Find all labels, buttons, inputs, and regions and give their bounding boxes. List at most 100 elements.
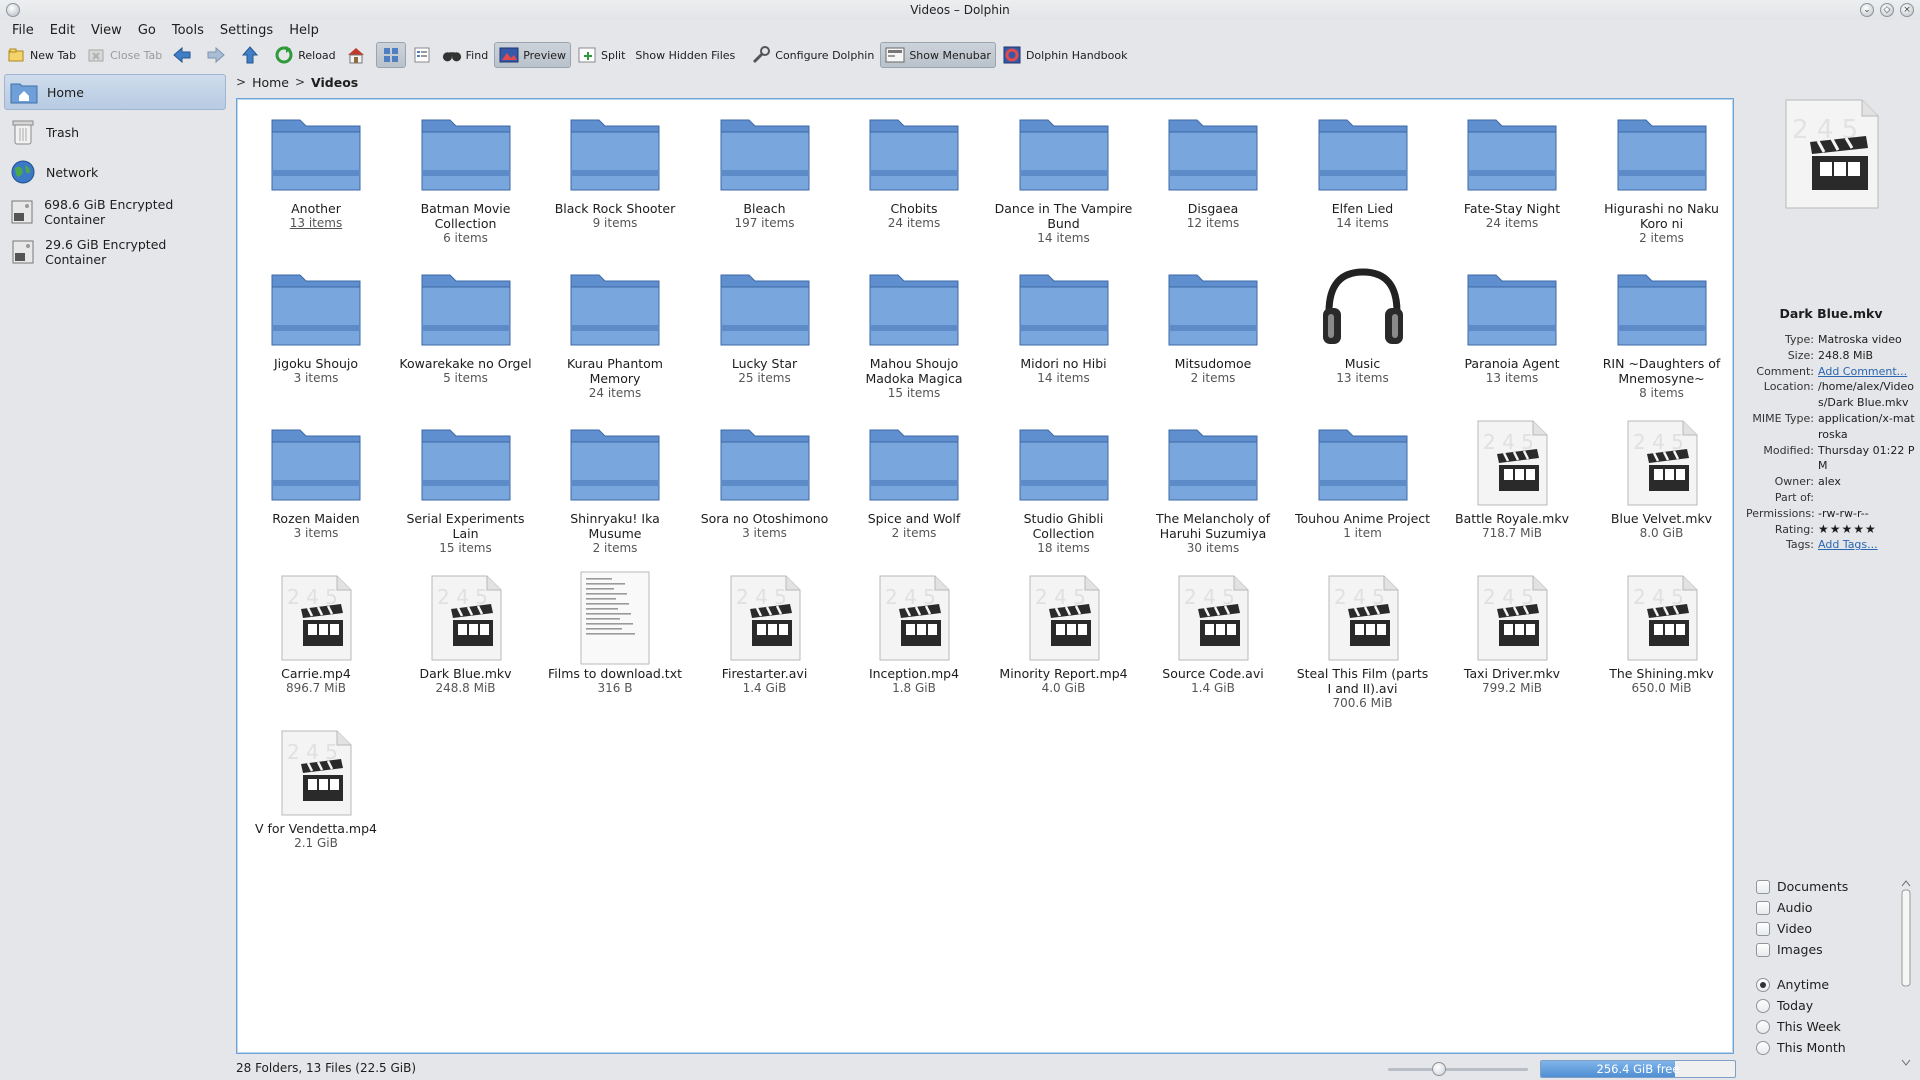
radio-button[interactable] (1756, 977, 1770, 992)
filter-anytime[interactable]: Anytime (1746, 974, 1920, 995)
filter-video[interactable]: Video (1746, 918, 1920, 939)
file-item[interactable]: Midori no Hibi 14 items (989, 260, 1139, 386)
breadcrumb-current[interactable]: Videos (311, 75, 358, 90)
breadcrumb-home[interactable]: Home (252, 75, 289, 90)
configure-dolphin-button[interactable]: Configure Dolphin (747, 42, 878, 68)
filter-this-week[interactable]: This Week (1746, 1016, 1920, 1037)
file-item[interactable]: Bleach 197 items (690, 105, 840, 231)
menu-file[interactable]: File (4, 23, 42, 38)
radio-button[interactable] (1756, 1019, 1770, 1034)
place-encrypted-container-698[interactable]: 698.6 GiB Encrypted Container (4, 194, 226, 230)
forward-button[interactable] (202, 42, 234, 68)
file-item[interactable]: Kowarekake no Orgel 5 items (391, 260, 541, 386)
file-item[interactable]: Black Rock Shooter 9 items (540, 105, 690, 231)
menu-tools[interactable]: Tools (164, 23, 212, 38)
close-icon[interactable]: × (1900, 3, 1914, 17)
reload-button[interactable]: Reload (270, 42, 339, 68)
split-button[interactable]: Split (573, 42, 629, 68)
file-item[interactable]: Dance in The Vampire Bund 14 items (989, 105, 1139, 246)
file-item[interactable]: Higurashi no Naku Koro ni 2 items (1587, 105, 1737, 246)
file-item[interactable]: Mahou Shoujo Madoka Magica 15 items (839, 260, 989, 401)
file-item[interactable]: 2 4 5 Steal This Film (parts I and II).av… (1288, 570, 1438, 711)
menu-go[interactable]: Go (130, 23, 164, 38)
up-button[interactable] (236, 42, 268, 68)
file-item[interactable]: Shinryaku! Ika Musume 2 items (540, 415, 690, 556)
find-button[interactable]: Find (438, 42, 493, 68)
filter-documents[interactable]: Documents (1746, 876, 1920, 897)
rating-stars[interactable]: ★★★★★ (1818, 522, 1918, 538)
zoom-slider-handle[interactable] (1432, 1062, 1446, 1076)
file-item[interactable]: 2 4 5 Battle Royale.mkv 718.7 MiB (1437, 415, 1587, 541)
file-item[interactable]: Jigoku Shoujo 3 items (241, 260, 391, 386)
file-item[interactable]: 2 4 5 The Shining.mkv 650.0 MiB (1587, 570, 1737, 696)
filter-this-month[interactable]: This Month (1746, 1037, 1920, 1058)
menu-help[interactable]: Help (281, 23, 327, 38)
dolphin-handbook-button[interactable]: Dolphin Handbook (998, 42, 1132, 68)
file-item[interactable]: 2 4 5 Carrie.mp4 896.7 MiB (241, 570, 391, 696)
file-item[interactable]: Fate-Stay Night 24 items (1437, 105, 1587, 231)
checkbox[interactable] (1756, 942, 1770, 957)
file-item[interactable]: 2 4 5 Taxi Driver.mkv 799.2 MiB (1437, 570, 1587, 696)
file-item[interactable]: 2 4 5 Dark Blue.mkv 248.8 MiB (391, 570, 541, 696)
file-item[interactable]: Batman Movie Collection 6 items (391, 105, 541, 246)
checkbox[interactable] (1756, 921, 1770, 936)
filter-images[interactable]: Images (1746, 939, 1920, 960)
metadata-link[interactable]: Add Comment... (1818, 364, 1918, 380)
file-item[interactable]: Lucky Star 25 items (690, 260, 840, 386)
icons-view-button[interactable] (375, 42, 406, 68)
radio-button[interactable] (1756, 998, 1770, 1013)
file-item[interactable]: Sora no Otoshimono 3 items (690, 415, 840, 541)
menu-settings[interactable]: Settings (212, 23, 281, 38)
file-item[interactable]: 2 4 5 Firestarter.avi 1.4 GiB (690, 570, 840, 696)
file-item[interactable]: The Melancholy of Haruhi Suzumiya 30 item… (1138, 415, 1288, 556)
file-item[interactable]: 2 4 5 Blue Velvet.mkv 8.0 GiB (1587, 415, 1737, 541)
file-item[interactable]: Films to download.txt 316 B (540, 570, 690, 696)
file-item[interactable]: Music 13 items (1288, 260, 1438, 386)
file-item[interactable]: Disgaea 12 items (1138, 105, 1288, 231)
breadcrumb-root-arrow[interactable]: > (236, 75, 246, 89)
menu-edit[interactable]: Edit (42, 23, 83, 38)
show-menubar-button[interactable]: Show Menubar (880, 42, 996, 68)
minimize-icon[interactable]: ⌄ (1860, 3, 1874, 17)
checkbox[interactable] (1756, 879, 1770, 894)
file-item[interactable]: Spice and Wolf 2 items (839, 415, 989, 541)
filter-today[interactable]: Today (1746, 995, 1920, 1016)
close-tab-button[interactable]: Close Tab (82, 42, 166, 68)
zoom-slider-track[interactable] (1388, 1068, 1528, 1071)
file-item[interactable]: Serial Experiments Lain 15 items (391, 415, 541, 556)
file-item[interactable]: Studio Ghibli Collection 18 items (989, 415, 1139, 556)
place-home[interactable]: Home (4, 74, 226, 110)
place-network[interactable]: Network (4, 154, 226, 190)
file-item[interactable]: Touhou Anime Project 1 item (1288, 415, 1438, 541)
file-item[interactable]: 2 4 5 Minority Report.mp4 4.0 GiB (989, 570, 1139, 696)
preview-button[interactable]: Preview (494, 42, 572, 68)
home-button[interactable] (342, 42, 374, 68)
place-trash[interactable]: Trash (4, 114, 226, 150)
show-hidden-files-button[interactable]: Show Hidden Files (631, 42, 739, 68)
breadcrumb-separator[interactable]: > (295, 75, 305, 89)
place-encrypted-container-29[interactable]: 29.6 GiB Encrypted Container (4, 234, 226, 270)
filter-audio[interactable]: Audio (1746, 897, 1920, 918)
file-item[interactable]: Paranoia Agent 13 items (1437, 260, 1587, 386)
details-view-button[interactable] (408, 42, 436, 68)
window-menu-icon[interactable] (6, 3, 20, 17)
metadata-link[interactable]: Add Tags... (1818, 537, 1918, 553)
file-view[interactable]: Another 13 items Batman Movie Collection 6 … (236, 98, 1734, 1054)
file-item[interactable]: Rozen Maiden 3 items (241, 415, 391, 541)
back-button[interactable] (168, 42, 200, 68)
menu-view[interactable]: View (83, 23, 130, 38)
new-tab-button[interactable]: New Tab (2, 42, 80, 68)
file-item[interactable]: 2 4 5V for Vendetta.mp4 2.1 GiB (241, 725, 391, 851)
file-item[interactable]: Chobits 24 items (839, 105, 989, 231)
file-item[interactable]: Mitsudomoe 2 items (1138, 260, 1288, 386)
file-item[interactable]: 2 4 5 Inception.mp4 1.8 GiB (839, 570, 989, 696)
filter-scrollbar[interactable] (1900, 878, 1912, 1068)
file-item[interactable]: 2 4 5 Source Code.avi 1.4 GiB (1138, 570, 1288, 696)
file-item[interactable]: RIN ~Daughters of Mnemosyne~ 8 items (1587, 260, 1737, 401)
file-item[interactable]: Kurau Phantom Memory 24 items (540, 260, 690, 401)
file-item[interactable]: Elfen Lied 14 items (1288, 105, 1438, 231)
radio-button[interactable] (1756, 1040, 1770, 1055)
checkbox[interactable] (1756, 900, 1770, 915)
maximize-icon[interactable]: ◇ (1880, 3, 1894, 17)
file-item[interactable]: Another 13 items (241, 105, 391, 231)
